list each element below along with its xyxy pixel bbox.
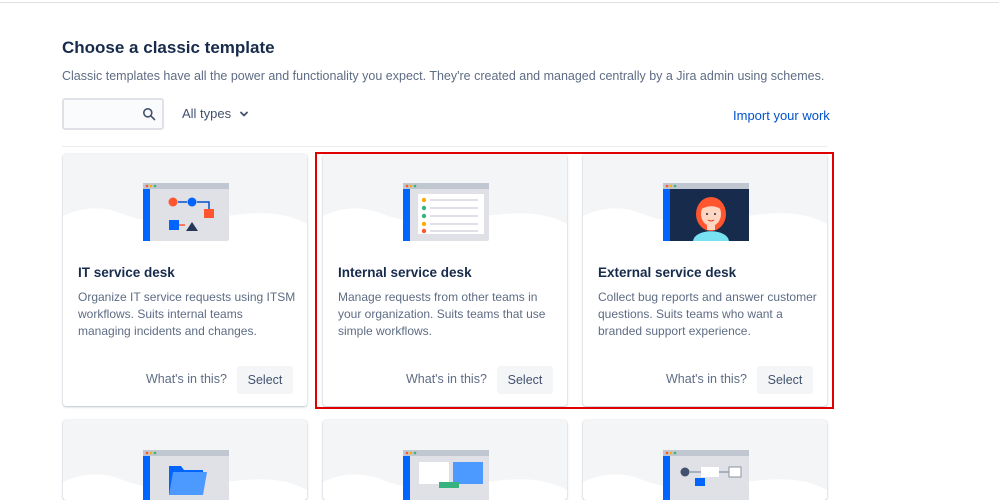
workflow-diagram-icon	[143, 183, 229, 241]
template-card-internal-service-desk[interactable]: Internal service desk Manage requests fr…	[323, 154, 567, 406]
request-list-icon	[403, 183, 489, 241]
template-card-partial[interactable]	[323, 420, 567, 500]
chevron-down-icon	[240, 111, 249, 116]
folder-icon	[63, 420, 307, 500]
flow-icon	[583, 420, 827, 500]
card-description: Collect bug reports and answer customer …	[598, 290, 817, 338]
select-button[interactable]: Select	[757, 366, 813, 394]
card-hero	[323, 154, 567, 241]
import-work-link[interactable]: Import your work	[733, 108, 830, 123]
type-filter-dropdown[interactable]: All types	[182, 106, 249, 121]
card-description: Organize IT service requests using ITSM …	[78, 290, 296, 338]
card-title: External service desk	[598, 265, 737, 280]
toolbar-divider	[62, 146, 827, 147]
whats-in-this-link[interactable]: What's in this?	[666, 372, 747, 386]
card-hero	[63, 154, 307, 241]
template-card-partial[interactable]	[583, 420, 827, 500]
type-filter-label: All types	[182, 106, 232, 121]
select-button[interactable]: Select	[497, 366, 553, 394]
template-card-external-service-desk[interactable]: External service desk Collect bug report…	[583, 154, 827, 406]
search-input[interactable]	[70, 106, 144, 124]
card-hero	[583, 154, 827, 241]
card-title: IT service desk	[78, 265, 175, 280]
select-button[interactable]: Select	[237, 366, 293, 394]
customer-avatar-icon	[663, 183, 749, 241]
whats-in-this-link[interactable]: What's in this?	[146, 372, 227, 386]
top-divider	[0, 2, 999, 3]
card-description: Manage requests from other teams in your…	[338, 290, 546, 338]
template-card-it-service-desk[interactable]: IT service desk Organize IT service requ…	[63, 154, 307, 406]
search-icon[interactable]	[142, 107, 156, 121]
card-title: Internal service desk	[338, 265, 472, 280]
whats-in-this-link[interactable]: What's in this?	[406, 372, 487, 386]
page-title: Choose a classic template	[62, 38, 275, 57]
search-box[interactable]	[62, 98, 164, 130]
page-subtitle: Classic templates have all the power and…	[62, 69, 825, 83]
dashboard-icon	[323, 420, 567, 500]
template-card-partial[interactable]	[63, 420, 307, 500]
